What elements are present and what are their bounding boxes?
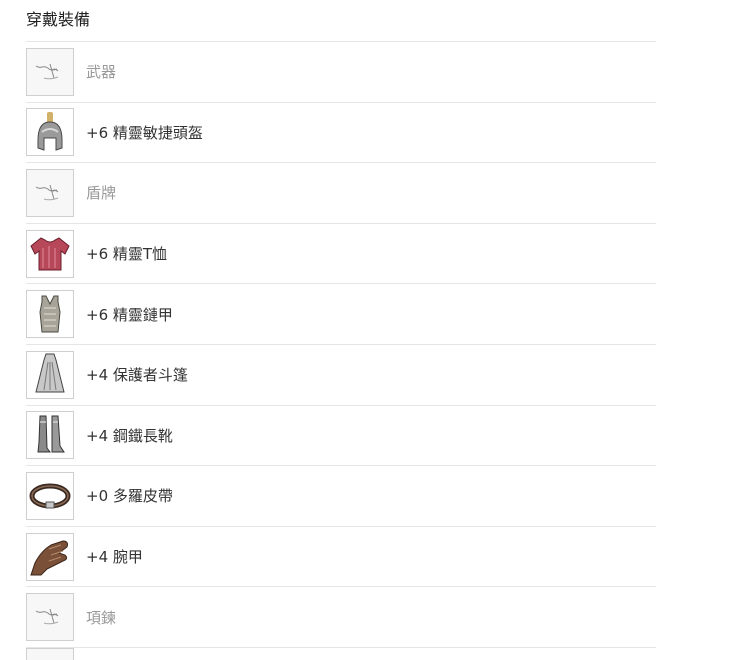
cloak-icon [26,350,74,399]
item-name: +6 精靈敏捷頭盔 [86,123,203,142]
equipment-row-necklace[interactable]: 項鍊 [26,587,656,648]
item-name: +4 保護者斗篷 [86,366,188,385]
item-name: +6 精靈T恤 [86,245,168,264]
item-name: 盾牌 [86,184,117,203]
helmet-icon [26,108,74,157]
equipment-list: 武器 +6 精靈敏捷頭盔 盾牌 +6 精靈T恤 +6 精靈鏈甲 +4 保護者斗篷… [26,42,656,660]
panel-title: 穿戴裝備 [26,0,656,42]
equipment-row-cloak[interactable]: +4 保護者斗篷 [26,345,656,406]
empty-slot-icon [26,647,74,660]
item-name: 項鍊 [86,608,117,627]
boots-icon [26,411,74,460]
chainmail-icon [26,290,74,339]
item-name: +6 精靈鏈甲 [86,305,173,324]
empty-slot-icon [26,168,74,217]
item-name: +4 鋼鐵長靴 [86,426,173,445]
equipment-row-weapon[interactable]: 武器 [26,42,656,103]
empty-slot-icon [26,47,74,96]
tshirt-icon [26,229,74,278]
item-name: +0 多羅皮帶 [86,487,173,506]
equipment-row-bracer[interactable]: +4 腕甲 [26,527,656,588]
equipment-row-boots[interactable]: +4 鋼鐵長靴 [26,406,656,467]
equipment-row-belt[interactable]: +0 多羅皮帶 [26,466,656,527]
glove-icon [26,532,74,581]
belt-icon [26,471,74,520]
item-name: 武器 [86,63,117,82]
equipment-panel: 穿戴裝備 武器 +6 精靈敏捷頭盔 盾牌 +6 精靈T恤 +6 精靈鏈甲 +4 … [26,0,656,660]
equipment-row-tshirt[interactable]: +6 精靈T恤 [26,224,656,285]
equipment-row-shield[interactable]: 盾牌 [26,163,656,224]
equipment-row-armor[interactable]: +6 精靈鏈甲 [26,284,656,345]
equipment-row-helmet[interactable]: +6 精靈敏捷頭盔 [26,103,656,164]
empty-slot-icon [26,593,74,642]
item-name: +4 腕甲 [86,548,143,567]
equipment-row-partial [26,647,656,660]
